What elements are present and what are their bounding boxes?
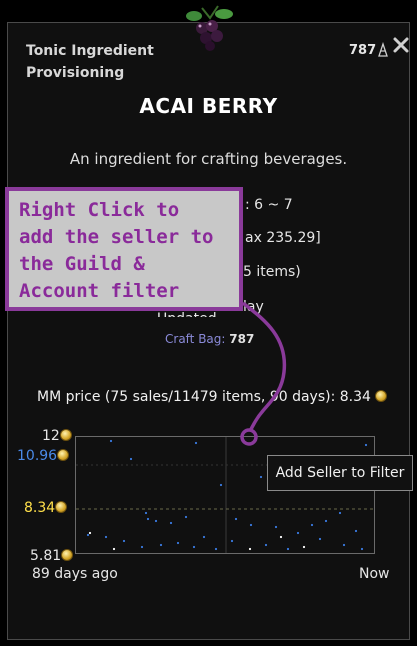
x-label-end: Now bbox=[359, 566, 390, 582]
y-label-high: 10.96 bbox=[17, 448, 70, 464]
item-count: 787 bbox=[349, 43, 377, 58]
max-price: ax 235.29] bbox=[245, 230, 321, 246]
gold-coin-icon bbox=[61, 549, 74, 561]
gold-coin-icon bbox=[57, 449, 70, 461]
annotation-text: Right Click to add the seller to the Gui… bbox=[19, 199, 214, 302]
close-icon[interactable] bbox=[392, 36, 410, 54]
craft-bag-value: 787 bbox=[229, 332, 255, 346]
mm-price-line: MM price (75 sales/11479 items, 90 days)… bbox=[37, 389, 388, 405]
craft-bag-line: Craft Bag: 787 bbox=[165, 332, 254, 346]
sale-points-white bbox=[88, 531, 306, 551]
item-title: ACAI BERRY bbox=[139, 94, 278, 118]
acai-berry-icon bbox=[186, 5, 233, 51]
gold-coin-icon bbox=[375, 390, 388, 402]
items-note: 5 items) bbox=[243, 264, 301, 280]
add-seller-tooltip[interactable]: Add Seller to Filter bbox=[267, 455, 413, 491]
item-description: An ingredient for crafting beverages. bbox=[69, 150, 348, 168]
x-label-start: 89 days ago bbox=[32, 566, 118, 582]
craft-bag-label: Craft Bag: bbox=[165, 332, 226, 346]
item-category: Tonic Ingredient bbox=[26, 43, 154, 59]
provisioning-icon bbox=[378, 42, 388, 57]
item-subcategory: Provisioning bbox=[26, 65, 125, 81]
y-label-min: 5.81 bbox=[30, 548, 74, 564]
updated-text-partial: Updated today bbox=[157, 311, 247, 317]
level-range: : 6 ~ 7 bbox=[245, 197, 293, 213]
annotation-box: Right Click to add the seller to the Gui… bbox=[5, 187, 243, 311]
y-label-mid: 8.34 bbox=[24, 500, 68, 516]
gold-coin-icon bbox=[59, 429, 72, 441]
gold-coin-icon bbox=[55, 501, 68, 513]
mm-price-text: MM price (75 sales/11479 items, 90 days)… bbox=[37, 389, 371, 405]
sales-graph[interactable] bbox=[75, 436, 375, 554]
y-label-max: 12 bbox=[42, 428, 72, 444]
